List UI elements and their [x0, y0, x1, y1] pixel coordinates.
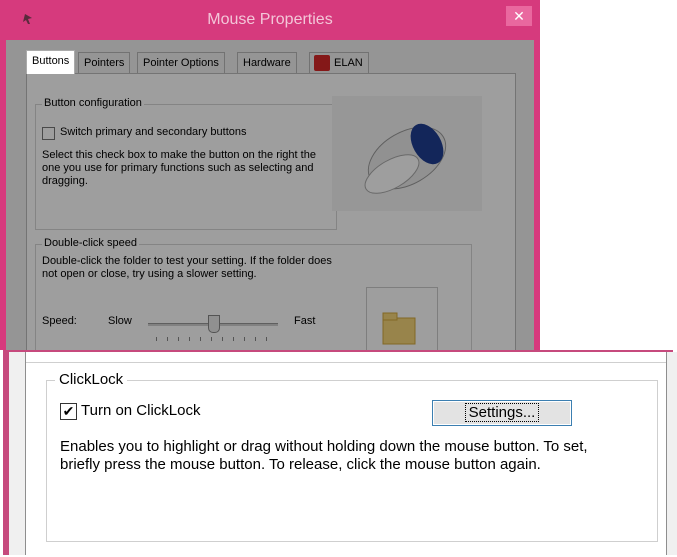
dialog-client: Buttons Pointers Pointer Options Hardwar… — [6, 40, 534, 350]
clicklock-description: Enables you to highlight or drag without… — [60, 438, 588, 473]
tab-buttons[interactable]: Buttons — [26, 50, 76, 74]
mouse-properties-window: Mouse Properties ✕ Buttons Pointers Poin… — [0, 0, 540, 350]
clicklock-group: ClickLock ✔ Turn on ClickLock Settings..… — [46, 371, 658, 542]
settings-button-label: Settings... — [464, 403, 540, 422]
clicklock-checkbox[interactable]: ✔ — [60, 403, 77, 420]
close-icon: ✕ — [513, 8, 525, 24]
window-title: Mouse Properties — [207, 11, 333, 28]
clicklock-checkbox-label[interactable]: Turn on ClickLock — [81, 402, 201, 419]
clicklock-settings-button[interactable]: Settings... — [432, 400, 572, 426]
title-bar[interactable]: Mouse Properties ✕ — [0, 0, 540, 40]
zoomed-dialog-client: ClickLock ✔ Turn on ClickLock Settings..… — [9, 352, 677, 555]
close-button[interactable]: ✕ — [506, 6, 532, 26]
zoomed-dialog: ClickLock ✔ Turn on ClickLock Settings..… — [0, 350, 677, 555]
zoomed-tab-panel: ClickLock ✔ Turn on ClickLock Settings..… — [25, 352, 667, 555]
dim-overlay — [6, 40, 534, 350]
group-separator — [26, 362, 666, 363]
clicklock-title: ClickLock — [55, 371, 128, 388]
checkmark-icon: ✔ — [62, 403, 75, 419]
